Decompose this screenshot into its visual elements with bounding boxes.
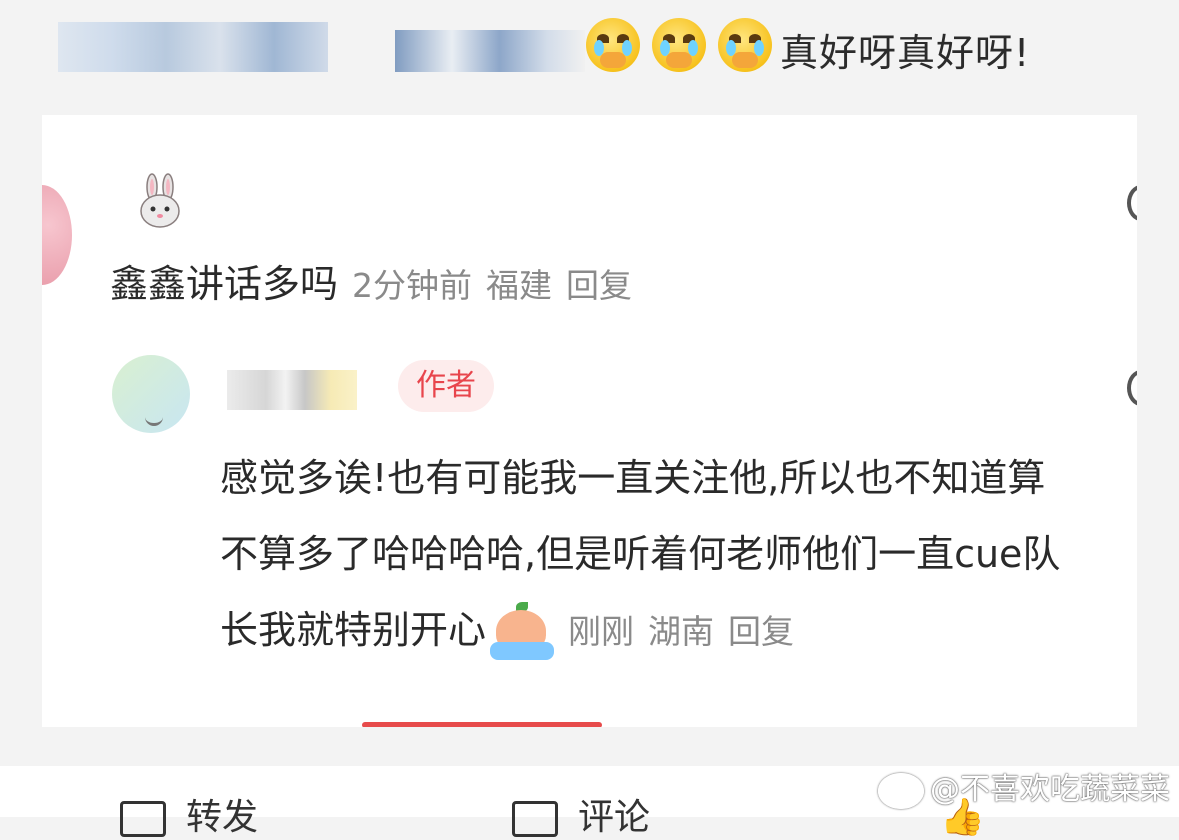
- comment-icon: [512, 801, 558, 837]
- comment-text: 鑫鑫讲话多吗: [110, 262, 339, 306]
- comment-label: 评论: [578, 797, 651, 838]
- more-options-icon[interactable]: [1127, 370, 1137, 406]
- blurred-author-name: [227, 370, 357, 410]
- comment-row: 感觉多诶!也有可能我一直关注他,所以也不知道算不算多了哈哈哈哈,但是听着何老师他…: [220, 440, 1080, 670]
- repost-button[interactable]: 转发: [120, 788, 258, 840]
- reply-button[interactable]: 回复: [728, 612, 794, 651]
- blurred-username: [58, 22, 328, 72]
- crying-emoji-icon: [652, 18, 706, 72]
- comment-card: 鑫鑫讲话多吗 2分钟前 福建 回复 作者 感觉多诶!也有可能我一直关注他,所以也不知道…: [42, 115, 1137, 727]
- bunny-icon: [140, 173, 180, 228]
- comment-time: 刚刚: [568, 612, 635, 651]
- reply-button[interactable]: 回复: [566, 266, 632, 305]
- more-options-icon[interactable]: [1127, 185, 1137, 221]
- comment-time: 2分钟前: [352, 266, 473, 305]
- watermark: @不喜欢吃蔬菜菜: [878, 764, 1170, 809]
- comment-row: 鑫鑫讲话多吗 2分钟前 福建 回复: [110, 253, 632, 308]
- repost-label: 转发: [186, 797, 259, 838]
- comment-text: 感觉多诶!也有可能我一直关注他,所以也不知道算不算多了哈哈哈哈,但是听着何老师他…: [220, 456, 1061, 652]
- crying-peach-icon: [490, 601, 555, 660]
- comment-location: 湖南: [648, 612, 715, 651]
- action-bar: 转发 评论 👍 @不喜欢吃蔬菜菜: [0, 764, 1179, 838]
- post-header: 真好呀真好呀!: [0, 0, 1179, 100]
- watermark-text: @不喜欢吃蔬菜菜: [930, 772, 1170, 807]
- comment-button[interactable]: 评论: [512, 788, 650, 840]
- crying-emoji-icon: [586, 18, 640, 72]
- blurred-username-part: [395, 30, 585, 72]
- post-caption: 真好呀真好呀!: [780, 31, 1031, 75]
- comment-location: 福建: [486, 266, 553, 305]
- share-icon: [120, 801, 166, 837]
- author-badge: 作者: [398, 360, 494, 412]
- crying-emoji-icon: [718, 18, 772, 72]
- avatar[interactable]: [42, 185, 72, 285]
- weibo-logo-icon: [878, 772, 924, 809]
- divider: [362, 722, 602, 727]
